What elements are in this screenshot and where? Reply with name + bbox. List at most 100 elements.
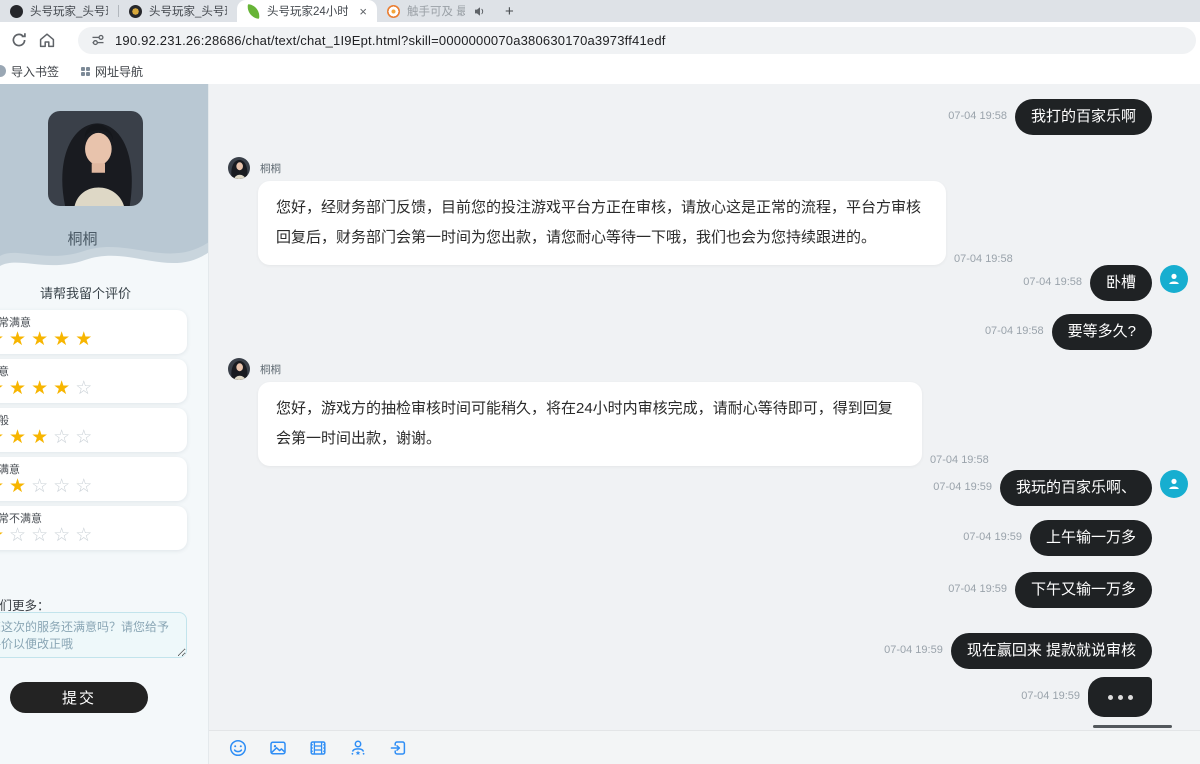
timestamp: 07-04 19:59 (963, 531, 1022, 543)
bookmark-import-icon (0, 65, 6, 77)
avatar-slot (1160, 677, 1188, 705)
bookmark-nav[interactable]: 网址导航 (81, 63, 143, 80)
message-bubble: 您好，经财务部门反馈，目前您的投注游戏平台方正在审核，请放心这是正常的流程，平台… (258, 181, 946, 265)
tune-icon[interactable] (91, 33, 105, 47)
star-empty-icon[interactable]: ☆ (31, 476, 53, 497)
message-bubble: 您好，游戏方的抽检审核时间可能稍久，将在24小时内审核完成，请耐心等待即可，得到… (258, 382, 922, 466)
star-empty-icon[interactable]: ☆ (75, 427, 97, 448)
star-row[interactable]: ★★★★★ (0, 330, 187, 349)
star-filled-icon[interactable]: ★ (0, 525, 9, 546)
chat-panel: 07-04 19:58 我打的百家乐啊 桐桐 您好，经财务部门反馈，目前您的投注… (209, 84, 1200, 764)
agent-name: 桐桐 (0, 228, 165, 249)
tab-4[interactable]: 触手可及 最美真人 (377, 0, 495, 22)
star-row[interactable]: ★☆☆☆☆ (0, 526, 187, 545)
new-tab-button[interactable]: + (505, 3, 514, 20)
rating-option-5[interactable]: 非常满意 ★★★★★ (0, 310, 187, 354)
timestamp: 07-04 19:58 (954, 253, 1013, 265)
star-empty-icon[interactable]: ☆ (75, 525, 97, 546)
user-message: 07-04 19:58 我打的百家乐啊 (209, 99, 1200, 135)
tab-label: 触手可及 最美真人 (407, 3, 465, 19)
smiley-icon[interactable] (228, 738, 248, 758)
rating-option-4[interactable]: 满意 ★★★★☆ (0, 359, 187, 403)
star-empty-icon[interactable]: ☆ (53, 476, 75, 497)
timestamp: 07-04 19:59 (933, 481, 992, 493)
exit-icon[interactable] (388, 738, 408, 758)
star-filled-icon[interactable]: ★ (53, 378, 75, 399)
image-icon[interactable] (268, 738, 288, 758)
rating-title: 请帮我留个评价 (40, 283, 131, 302)
close-icon[interactable]: × (359, 5, 367, 18)
timestamp: 07-04 19:58 (1023, 276, 1082, 288)
star-filled-icon[interactable]: ★ (0, 329, 9, 350)
star-row[interactable]: ★★★★☆ (0, 379, 187, 398)
message-bubble: 现在赢回来 提款就说审核 (951, 633, 1152, 669)
home-icon[interactable] (38, 31, 56, 49)
star-row[interactable]: ★★☆☆☆ (0, 477, 187, 496)
rating-label: 非常满意 (0, 314, 187, 330)
leaf-favicon (246, 4, 261, 19)
timestamp: 07-04 19:59 (948, 583, 1007, 595)
star-filled-icon[interactable]: ★ (31, 427, 53, 448)
timestamp: 07-04 19:58 (948, 110, 1007, 122)
bookmark-label: 导入书签 (11, 63, 59, 80)
avatar-slot (1160, 633, 1188, 661)
star-filled-icon[interactable]: ★ (75, 329, 97, 350)
refresh-icon[interactable] (10, 31, 28, 49)
star-empty-icon[interactable]: ☆ (9, 525, 31, 546)
agent-name-label: 桐桐 (260, 362, 281, 377)
tab-label: 头号玩家_头号玩家游 (30, 3, 108, 19)
feedback-input[interactable] (0, 612, 187, 658)
composer-toolbar (209, 730, 1200, 764)
tab-2[interactable]: 头号玩家_头号玩家游 (119, 0, 237, 22)
submit-button[interactable]: 提交 (10, 682, 148, 713)
message-bubble: 卧槽 (1090, 265, 1152, 301)
star-filled-icon[interactable]: ★ (9, 427, 31, 448)
agent-avatar-small (228, 358, 250, 380)
rating-option-2[interactable]: 不满意 ★★☆☆☆ (0, 457, 187, 501)
video-icon[interactable] (308, 738, 328, 758)
agent-avatar-small (228, 157, 250, 179)
avatar-slot (1160, 314, 1188, 342)
agent-avatar (48, 111, 143, 206)
rating-label: 不满意 (0, 461, 187, 477)
bookmark-import[interactable]: 导入书签 (0, 63, 59, 80)
partially-scrolled-bubble (1093, 725, 1172, 728)
user-message: 07-04 19:58 要等多久? (209, 314, 1200, 350)
address-bar[interactable]: 190.92.231.26:28686/chat/text/chat_1I9Ep… (78, 27, 1196, 54)
user-message: 07-04 19:59 现在赢回来 提款就说审核 (209, 633, 1200, 669)
star-empty-icon[interactable]: ☆ (75, 476, 97, 497)
star-empty-icon[interactable]: ☆ (53, 525, 75, 546)
star-filled-icon[interactable]: ★ (9, 476, 31, 497)
star-filled-icon[interactable]: ★ (0, 476, 9, 497)
star-filled-icon[interactable]: ★ (31, 378, 53, 399)
star-empty-icon[interactable]: ☆ (31, 525, 53, 546)
star-filled-icon[interactable]: ★ (9, 329, 31, 350)
star-empty-icon[interactable]: ☆ (75, 378, 97, 399)
rating-label: 非常不满意 (0, 510, 187, 526)
grid-icon (81, 67, 90, 76)
star-filled-icon[interactable]: ★ (0, 378, 9, 399)
timestamp: 07-04 19:59 (884, 644, 943, 656)
agent-message: 桐桐 您好，经财务部门反馈，目前您的投注游戏平台方正在审核，请放心这是正常的流程… (209, 157, 1200, 265)
star-row[interactable]: ★★★☆☆ (0, 428, 187, 447)
star-filled-icon[interactable]: ★ (31, 329, 53, 350)
bookmark-label: 网址导航 (95, 63, 143, 80)
agent-sidebar: 桐桐 请帮我留个评价 非常满意 ★★★★★ 满意 ★★★★☆ 一般 ★★★☆☆ … (0, 84, 209, 764)
browser-toolbar: 190.92.231.26:28686/chat/text/chat_1I9Ep… (0, 22, 1200, 58)
tab-3-active[interactable]: 头号玩家24小时在 × (237, 0, 377, 22)
browser-window: 头号玩家_头号玩家游 头号玩家_头号玩家游 头号玩家24小时在 × 触手可及 最… (0, 0, 1200, 764)
star-filled-icon[interactable]: ★ (9, 378, 31, 399)
url-text[interactable]: 190.92.231.26:28686/chat/text/chat_1I9Ep… (115, 33, 666, 48)
star-filled-icon[interactable]: ★ (0, 427, 9, 448)
rating-label: 一般 (0, 412, 187, 428)
rating-option-1[interactable]: 非常不满意 ★☆☆☆☆ (0, 506, 187, 550)
rating-option-3[interactable]: 一般 ★★★☆☆ (0, 408, 187, 452)
star-filled-icon[interactable]: ★ (53, 329, 75, 350)
user-message-typing: 07-04 19:59 (209, 677, 1200, 717)
tab-1[interactable]: 头号玩家_头号玩家游 (0, 0, 118, 22)
star-empty-icon[interactable]: ☆ (53, 427, 75, 448)
message-list[interactable]: 07-04 19:58 我打的百家乐啊 桐桐 您好，经财务部门反馈，目前您的投注… (209, 84, 1200, 730)
user-avatar (1160, 470, 1188, 498)
speaker-icon (474, 6, 485, 17)
rate-person-icon[interactable] (348, 738, 368, 758)
